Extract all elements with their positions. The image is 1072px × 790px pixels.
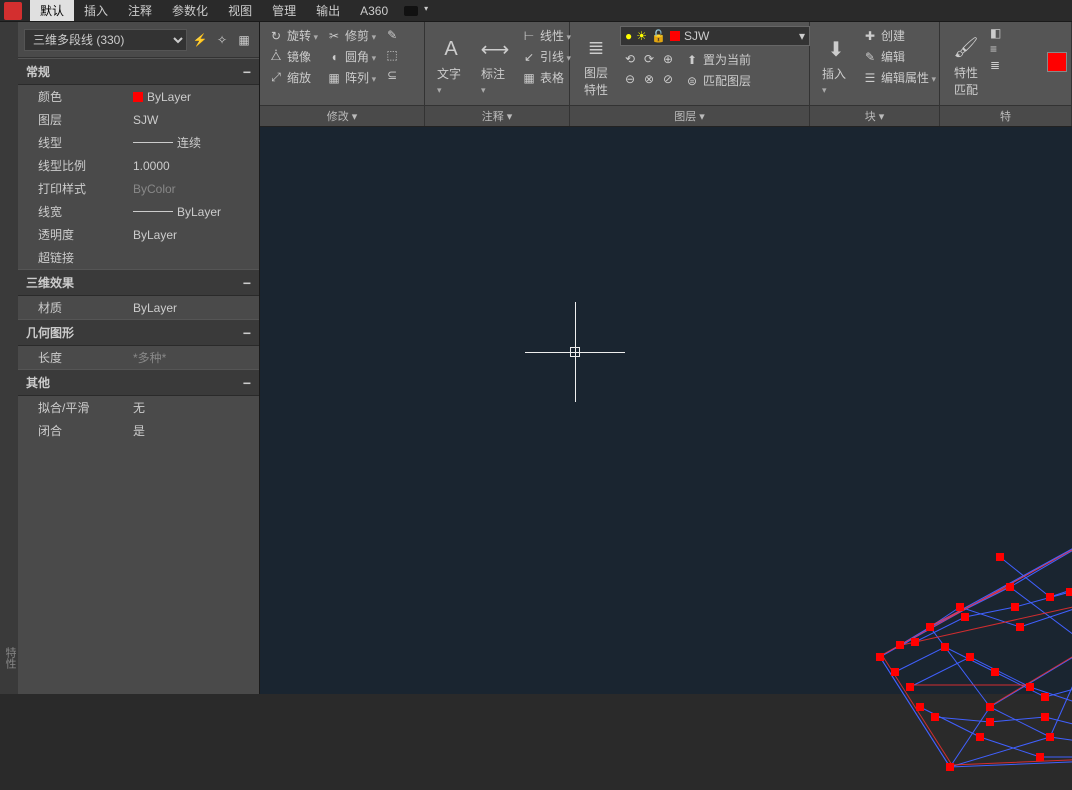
- fillet-button[interactable]: ◖圆角: [324, 47, 378, 66]
- prop-hyperlink[interactable]: [133, 249, 259, 266]
- group-block-title[interactable]: 块 ▾: [810, 105, 939, 126]
- linear-icon: ⊢: [521, 28, 537, 44]
- tool-icon[interactable]: ⬚: [382, 46, 402, 64]
- dimension-button[interactable]: ⟷标注: [475, 26, 515, 105]
- prop-layer[interactable]: SJW: [133, 111, 259, 128]
- match-layer-button[interactable]: ⊜匹配图层: [682, 71, 753, 90]
- menu-parametric[interactable]: 参数化: [162, 0, 218, 21]
- menu-output[interactable]: 输出: [306, 0, 350, 21]
- lightbulb-icon: ●: [625, 29, 632, 43]
- leader-icon: ↙: [521, 49, 537, 65]
- match-props-button[interactable]: 🖌特性 匹配: [946, 26, 986, 105]
- sun-icon: ☀: [636, 29, 647, 43]
- layer-color-swatch: [670, 31, 680, 41]
- menu-annotate[interactable]: 注释: [118, 0, 162, 21]
- linear-button[interactable]: ⊢线性: [519, 26, 573, 45]
- leader-button[interactable]: ↙引线: [519, 47, 573, 66]
- section-general-body: 颜色ByLayer 图层SJW 线型连续 线型比例1.0000 打印样式ByCo…: [18, 85, 259, 269]
- collapse-icon[interactable]: −: [243, 275, 251, 291]
- scale-button[interactable]: ⤢缩放: [266, 68, 320, 87]
- menu-a360[interactable]: A360: [350, 2, 398, 20]
- create-icon: ✚: [862, 28, 878, 44]
- collapse-icon[interactable]: −: [243, 64, 251, 80]
- tool-icon[interactable]: ✎: [382, 26, 402, 44]
- prop-tool-icon[interactable]: ≣: [990, 58, 1001, 72]
- lock-icon: 🔓: [651, 29, 666, 43]
- mirror-button[interactable]: ⧊镜像: [266, 47, 320, 66]
- menu-view[interactable]: 视图: [218, 0, 262, 21]
- group-props-title[interactable]: 特: [940, 105, 1071, 126]
- quick-select-icon[interactable]: ⚡: [191, 31, 209, 49]
- prop-plotstyle: ByColor: [133, 180, 259, 197]
- prop-tool-icon[interactable]: ◧: [990, 26, 1001, 40]
- layer-tool-icon[interactable]: ⟲⟳⊕: [620, 50, 678, 68]
- trim-icon: ✂: [326, 28, 342, 44]
- prop-fit[interactable]: 无: [133, 399, 259, 416]
- layer-props-button[interactable]: ≣图层 特性: [576, 26, 616, 105]
- scale-icon: ⤢: [268, 70, 284, 86]
- collapse-icon[interactable]: −: [243, 325, 251, 341]
- section-other[interactable]: 其他−: [18, 369, 259, 396]
- set-current-button[interactable]: ⬆置为当前: [682, 50, 753, 69]
- prop-tool-icon[interactable]: ≡: [990, 42, 1001, 56]
- drawing-viewport[interactable]: [260, 127, 1072, 694]
- insert-icon: ⬇: [822, 35, 850, 63]
- text-button[interactable]: A文字: [431, 26, 471, 105]
- layer-tool-icon[interactable]: ⊖⊗⊘: [620, 70, 678, 88]
- section-geom[interactable]: 几何图形−: [18, 319, 259, 346]
- menu-insert[interactable]: 插入: [74, 0, 118, 21]
- collapse-icon[interactable]: −: [243, 375, 251, 391]
- prop-ltscale[interactable]: 1.0000: [133, 157, 259, 174]
- section-3d[interactable]: 三维效果−: [18, 269, 259, 296]
- insert-button[interactable]: ⬇插入: [816, 26, 856, 105]
- table-button[interactable]: ▦表格: [519, 68, 573, 87]
- dimension-icon: ⟷: [481, 35, 509, 63]
- current-color-swatch[interactable]: [1047, 52, 1067, 72]
- menu-default[interactable]: 默认: [30, 0, 74, 21]
- fillet-icon: ◖: [326, 49, 342, 65]
- menu-manage[interactable]: 管理: [262, 0, 306, 21]
- rotate-button[interactable]: ↻旋转: [266, 26, 320, 45]
- group-layer-title[interactable]: 图层 ▾: [570, 105, 809, 126]
- linetype-sample: [133, 142, 173, 143]
- array-icon: ▦: [326, 70, 342, 86]
- layer-selector[interactable]: ● ☀ 🔓 SJW ▾: [620, 26, 810, 46]
- panel-tab-properties[interactable]: 特性: [0, 22, 18, 694]
- selection-dropdown[interactable]: 三维多段线 (330): [24, 29, 187, 51]
- menu-bar: 默认 插入 注释 参数化 视图 管理 输出 A360: [0, 0, 1072, 22]
- create-button[interactable]: ✚创建: [860, 26, 938, 45]
- group-modify-title[interactable]: 修改 ▾: [260, 105, 424, 126]
- table-icon: ▦: [521, 70, 537, 86]
- mirror-icon: ⧊: [268, 49, 284, 65]
- tool-icon[interactable]: ⊆: [382, 66, 402, 84]
- edit-button[interactable]: ✎编辑: [860, 47, 938, 66]
- pickadd-icon[interactable]: ▦: [235, 31, 253, 49]
- selected-mesh[interactable]: [850, 507, 1072, 787]
- text-icon: A: [437, 35, 465, 63]
- prop-transparency[interactable]: ByLayer: [133, 226, 259, 243]
- properties-panel: 特性 三维多段线 (330) ⚡ ✧ ▦ 常规− 颜色ByLayer 图层SJW…: [0, 22, 260, 694]
- trim-button[interactable]: ✂修剪: [324, 26, 378, 45]
- section-general[interactable]: 常规−: [18, 58, 259, 85]
- prop-length: *多种*: [133, 349, 259, 366]
- color-swatch: [133, 92, 143, 102]
- edit-icon: ✎: [862, 49, 878, 65]
- match-icon: ⊜: [684, 73, 700, 89]
- group-annot-title[interactable]: 注释 ▾: [425, 105, 569, 126]
- lineweight-sample: [133, 211, 173, 212]
- attr-icon: ☰: [862, 70, 878, 86]
- array-button[interactable]: ▦阵列: [324, 68, 378, 87]
- matchprop-icon: 🖌: [952, 34, 980, 62]
- app-logo: [4, 2, 22, 20]
- layers-icon: ≣: [582, 34, 610, 62]
- rotate-icon: ↻: [268, 28, 284, 44]
- setcurrent-icon: ⬆: [684, 52, 700, 68]
- ribbon: ↻旋转 ⧊镜像 ⤢缩放 ✂修剪 ◖圆角 ▦阵列 ✎ ⬚ ⊆ 修改: [260, 22, 1072, 127]
- prop-closed[interactable]: 是: [133, 422, 259, 439]
- record-icon[interactable]: [404, 6, 418, 16]
- pickbox: [570, 347, 580, 357]
- select-objects-icon[interactable]: ✧: [213, 31, 231, 49]
- editattr-button[interactable]: ☰编辑属性: [860, 68, 938, 87]
- prop-material[interactable]: ByLayer: [133, 299, 259, 316]
